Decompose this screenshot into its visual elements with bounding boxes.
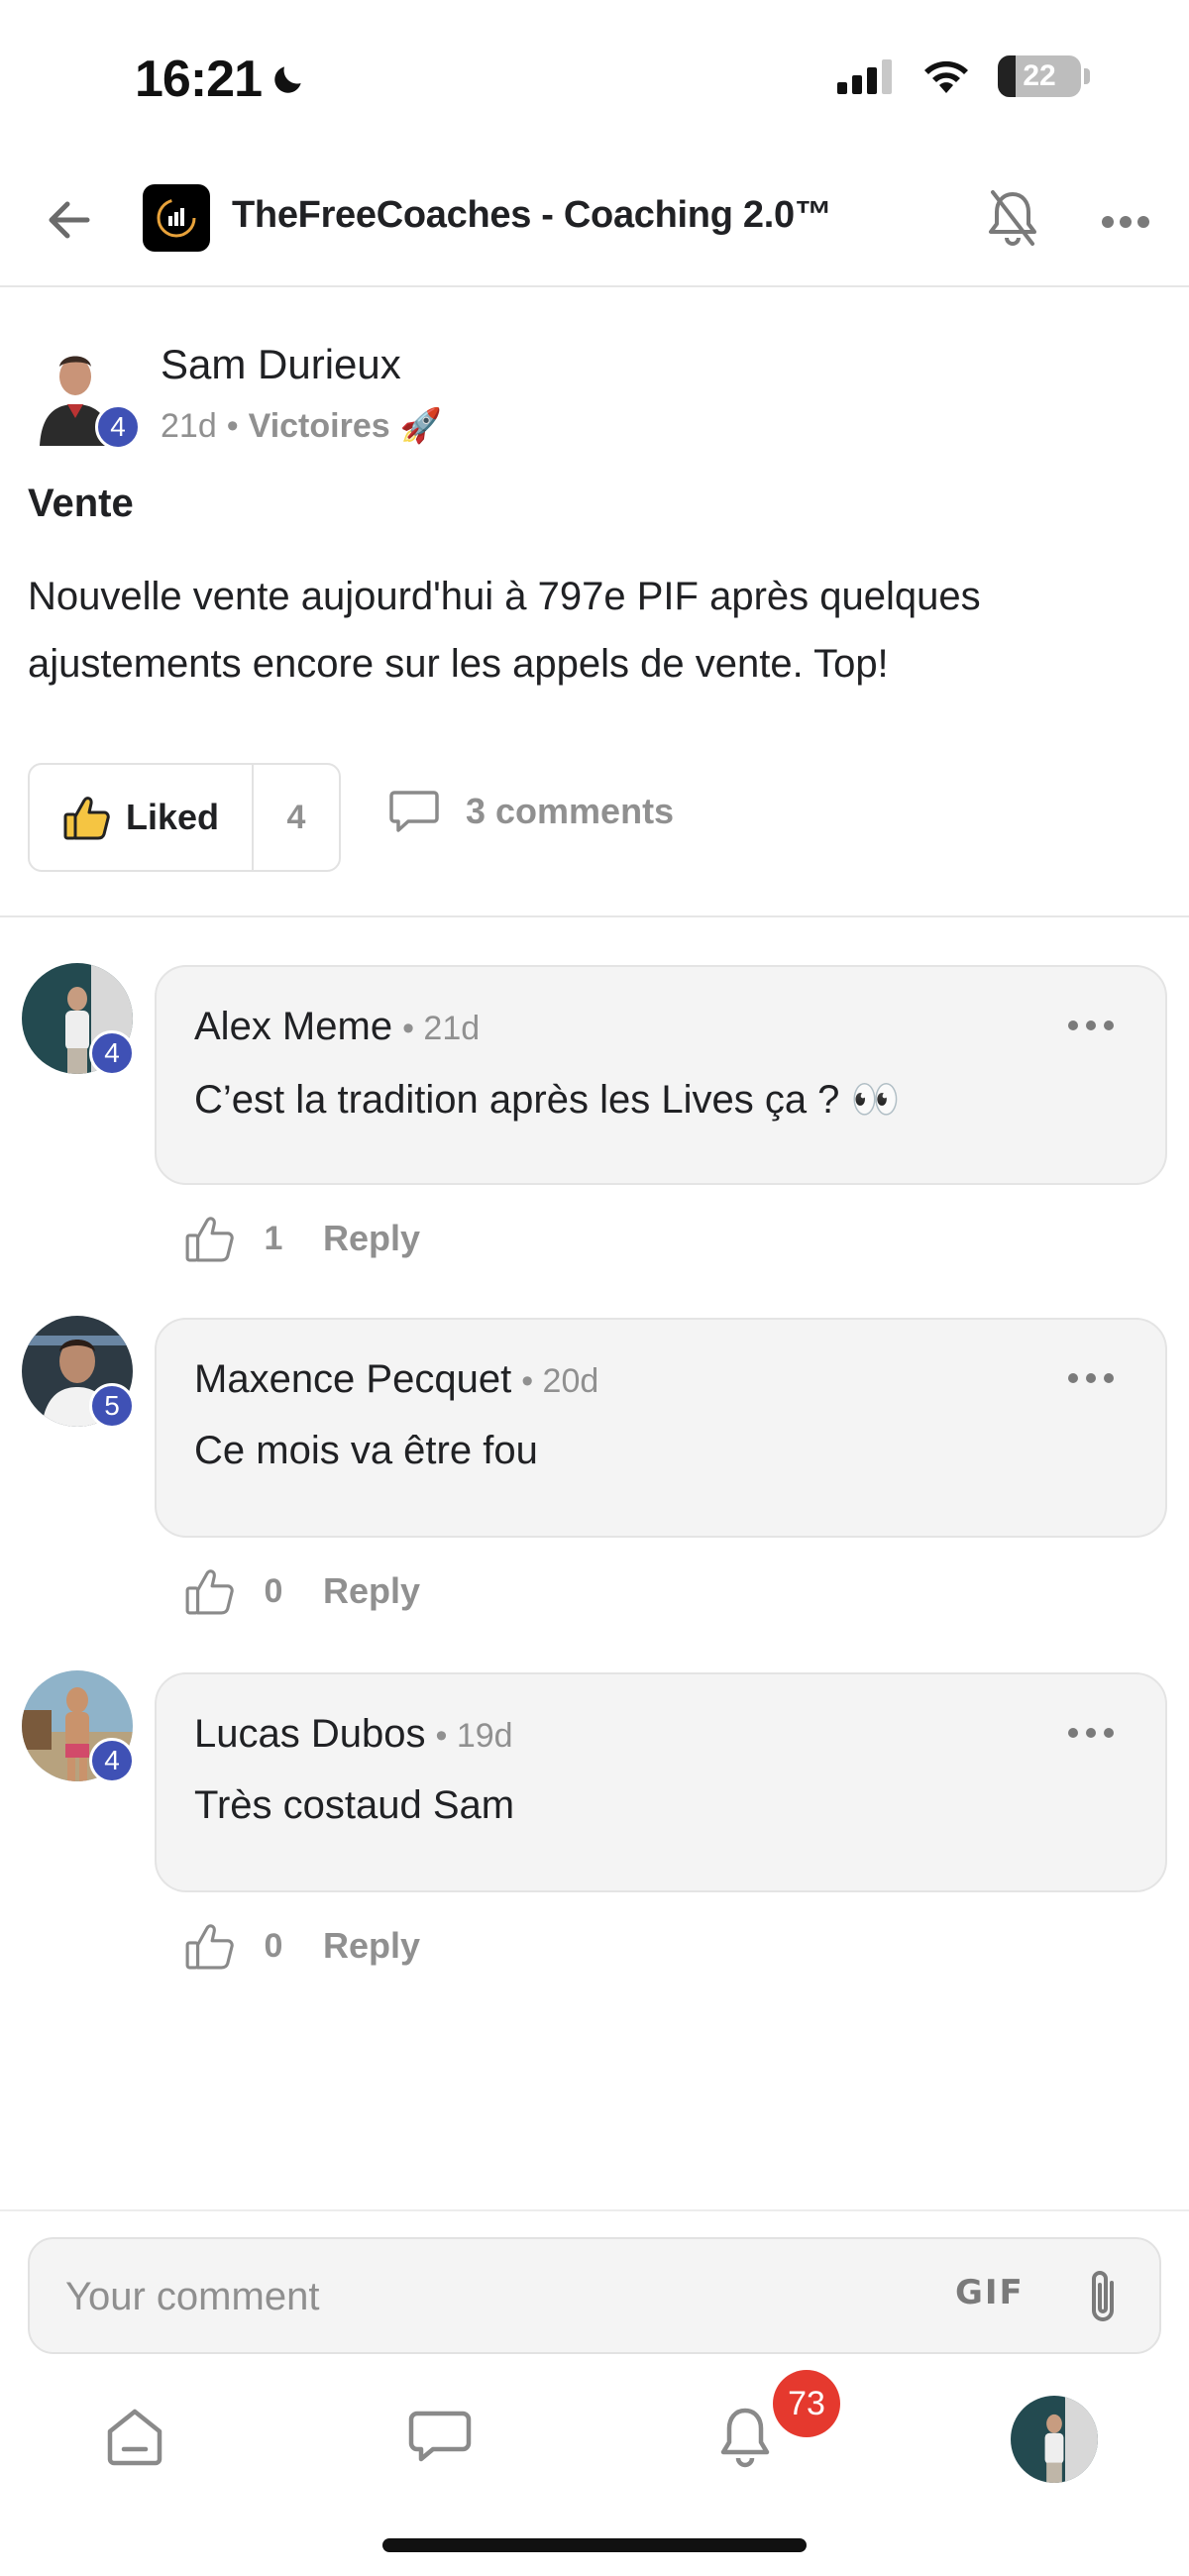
comment-actions: 0 Reply: [184, 1567, 420, 1615]
composer-divider: [0, 2209, 1189, 2211]
battery-fill: [998, 55, 1017, 97]
post-title: Vente: [28, 482, 134, 525]
comment-header: Maxence Pecquet • 20d: [194, 1357, 598, 1402]
status-bar: 16:21 22: [0, 0, 1189, 159]
nav-profile-avatar[interactable]: [1011, 2396, 1098, 2483]
home-icon: [107, 2409, 162, 2466]
thumbs-up-icon[interactable]: [184, 1567, 234, 1615]
chat-bubble-icon: [408, 2411, 472, 2462]
comment-input[interactable]: [65, 2267, 918, 2326]
comment-more-button[interactable]: [1066, 1019, 1116, 1038]
app-header: TheFreeCoaches - Coaching 2.0™: [0, 159, 1189, 287]
battery-percent: 22: [1023, 59, 1056, 92]
bell-off-icon: [989, 190, 1036, 246]
group-logo[interactable]: [143, 184, 210, 252]
comment-more-button[interactable]: [1066, 1371, 1116, 1391]
comment-actions: 0 Reply: [184, 1922, 420, 1970]
notifications-off-button[interactable]: [983, 186, 1042, 250]
profile-photo: [1011, 2396, 1098, 2483]
battery-tip: [1084, 68, 1090, 84]
moon-icon: [274, 66, 301, 93]
comment-more-button[interactable]: [1066, 1726, 1116, 1746]
comment-header: Alex Meme • 21d: [194, 1005, 480, 1049]
like-button[interactable]: Liked: [30, 765, 254, 870]
comment-avatar[interactable]: 4: [22, 1670, 135, 1783]
comment-text: Très costaud Sam: [194, 1783, 515, 1827]
comment-author[interactable]: Maxence Pecquet: [194, 1357, 511, 1402]
more-horizontal-icon: [1068, 1373, 1114, 1383]
comment-bubble: Lucas Dubos • 19d Très costaud Sam: [155, 1672, 1167, 1892]
comment-header: Lucas Dubos • 19d: [194, 1712, 513, 1757]
level-badge: 5: [89, 1383, 135, 1429]
comment-composer: GIF: [28, 2237, 1161, 2354]
like-label: Liked: [125, 797, 220, 837]
comment-actions: 1 Reply: [184, 1215, 420, 1262]
thumbs-up-filled-icon: [63, 797, 110, 840]
meta-separator: •: [226, 406, 239, 445]
more-horizontal-icon: [1068, 1020, 1114, 1030]
comment-avatar[interactable]: 5: [22, 1316, 135, 1429]
comment-time: • 21d: [402, 1010, 481, 1047]
wifi-icon: [924, 60, 968, 93]
cellular-signal-icon: [837, 59, 892, 94]
level-badge: 4: [95, 404, 141, 450]
comment-author[interactable]: Alex Meme: [194, 1005, 392, 1049]
more-horizontal-icon: [1068, 1728, 1114, 1738]
thumbs-up-icon[interactable]: [184, 1922, 234, 1970]
battery-icon: 22: [998, 55, 1081, 97]
reply-button[interactable]: Reply: [323, 1218, 420, 1259]
group-logo-icon: [157, 198, 196, 238]
clock-text: 16:21: [135, 51, 263, 108]
thumbs-up-icon[interactable]: [184, 1215, 234, 1262]
comment-time: • 20d: [521, 1362, 599, 1400]
comment-bubble-icon: [389, 791, 439, 832]
reply-button[interactable]: Reply: [323, 1925, 420, 1967]
level-badge: 4: [89, 1738, 135, 1783]
reply-button[interactable]: Reply: [323, 1570, 420, 1612]
group-title[interactable]: TheFreeCoaches - Coaching 2.0™: [232, 194, 832, 237]
level-badge: 4: [89, 1030, 135, 1076]
comment-text: C’est la tradition après les Lives ça ? …: [194, 1078, 901, 1122]
comment-like-count: 0: [264, 1571, 283, 1610]
comments-count-label: 3 comments: [466, 791, 675, 831]
comment-time: • 19d: [435, 1717, 513, 1755]
nav-home[interactable]: [95, 2398, 174, 2477]
like-count[interactable]: 4: [254, 765, 339, 870]
comments-link[interactable]: 3 comments: [388, 789, 674, 834]
comment-text: Ce mois va être fou: [194, 1429, 538, 1472]
status-time: 16:21: [135, 50, 307, 109]
comment-like-count: 1: [264, 1219, 283, 1257]
notification-count-badge: 73: [773, 2370, 840, 2437]
comment-bubble: Maxence Pecquet • 20d Ce mois va être fo…: [155, 1318, 1167, 1538]
rocket-emoji: 🚀: [399, 407, 442, 445]
nav-chat[interactable]: [400, 2398, 480, 2477]
home-indicator: [382, 2538, 807, 2552]
post-author-name[interactable]: Sam Durieux: [161, 341, 401, 388]
post-category[interactable]: Victoires: [249, 407, 390, 446]
post-body: Nouvelle vente aujourd'hui à 797e PIF ap…: [28, 575, 981, 686]
gif-button[interactable]: GIF: [955, 2273, 1025, 2312]
post-author-avatar[interactable]: 4: [36, 343, 141, 450]
bell-icon: [720, 2408, 770, 2468]
comment-avatar[interactable]: 4: [22, 963, 135, 1076]
comment-bubble: Alex Meme • 21d C’est la tradition après…: [155, 965, 1167, 1185]
comment-like-count: 0: [264, 1926, 283, 1965]
status-indicators: 22: [837, 55, 1090, 97]
arrow-left-icon: [49, 201, 90, 239]
post-divider: [0, 915, 1189, 917]
comment-author[interactable]: Lucas Dubos: [194, 1712, 425, 1757]
post-age: 21d: [161, 406, 217, 445]
more-options-button[interactable]: [1096, 192, 1155, 252]
attach-button[interactable]: [1078, 2265, 1128, 2330]
paperclip-icon: [1092, 2271, 1114, 2321]
post-meta: 21d • Victoires 🚀: [161, 406, 442, 446]
post-like-control: Liked 4: [28, 763, 341, 872]
back-button[interactable]: [40, 190, 99, 250]
more-horizontal-icon: [1102, 216, 1149, 228]
